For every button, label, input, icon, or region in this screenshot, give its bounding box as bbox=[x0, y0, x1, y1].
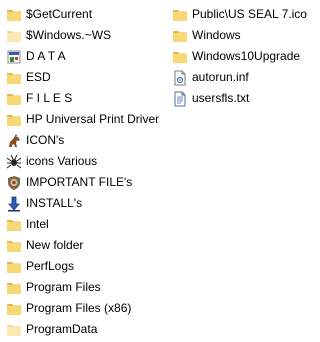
list-item-new-folder[interactable]: New folder bbox=[6, 235, 166, 256]
file-name: HP Universal Print Driver bbox=[26, 112, 160, 126]
list-item-esd[interactable]: ESD bbox=[6, 67, 166, 88]
file-name: ESD bbox=[26, 70, 51, 84]
list-item-windows-ws[interactable]: $Windows.~WS bbox=[6, 25, 166, 46]
file-name: New folder bbox=[26, 238, 84, 252]
file-name: usersfls.txt bbox=[192, 91, 250, 105]
file-name: F I L E S bbox=[26, 91, 73, 105]
list-item-installs[interactable]: INSTALL's bbox=[6, 193, 166, 214]
folder-icon bbox=[6, 91, 22, 107]
horse-icon bbox=[6, 133, 22, 149]
file-name: ICON's bbox=[26, 133, 65, 147]
list-item-getcurrent[interactable]: $GetCurrent bbox=[6, 4, 166, 25]
file-name: icons Various bbox=[26, 154, 98, 168]
folder-icon bbox=[6, 280, 22, 296]
folder-icon bbox=[6, 238, 22, 254]
file-name: Program Files (x86) bbox=[26, 301, 132, 315]
badge-icon bbox=[6, 175, 22, 191]
file-column-1: $GetCurrent $Windows.~WS D A T A ESD F I… bbox=[6, 4, 166, 340]
spider-icon bbox=[6, 154, 22, 170]
custom-folder-icon bbox=[6, 49, 22, 65]
file-name: Program Files bbox=[26, 280, 101, 294]
list-item-windows10upgrade[interactable]: Windows10Upgrade bbox=[172, 46, 312, 67]
folder-icon bbox=[6, 112, 22, 128]
file-list: $GetCurrent $Windows.~WS D A T A ESD F I… bbox=[0, 4, 320, 342]
folder-icon bbox=[172, 7, 188, 23]
folder-icon bbox=[6, 322, 22, 338]
folder-icon bbox=[6, 7, 22, 23]
file-name: D A T A bbox=[26, 49, 66, 63]
file-name: Public\US SEAL 7.ico bbox=[192, 7, 307, 21]
folder-icon bbox=[172, 49, 188, 65]
folder-icon bbox=[6, 217, 22, 233]
folder-icon bbox=[6, 70, 22, 86]
file-name: Intel bbox=[26, 217, 49, 231]
list-item-intel[interactable]: Intel bbox=[6, 214, 166, 235]
list-item-perflogs[interactable]: PerfLogs bbox=[6, 256, 166, 277]
text-file-icon bbox=[172, 91, 188, 107]
file-name: Windows bbox=[192, 28, 241, 42]
folder-icon bbox=[6, 259, 22, 275]
list-item-important-files[interactable]: IMPORTANT FILE's bbox=[6, 172, 166, 193]
list-item-program-files[interactable]: Program Files bbox=[6, 277, 166, 298]
folder-icon bbox=[172, 28, 188, 44]
settings-file-icon bbox=[172, 70, 188, 86]
install-arrow-icon bbox=[6, 196, 22, 212]
list-item-program-files-x86[interactable]: Program Files (x86) bbox=[6, 298, 166, 319]
file-name: INSTALL's bbox=[26, 196, 83, 210]
list-item-data[interactable]: D A T A bbox=[6, 46, 166, 67]
list-item-windows[interactable]: Windows bbox=[172, 25, 312, 46]
list-item-icons-various[interactable]: icons Various bbox=[6, 151, 166, 172]
list-item-usersfls-txt[interactable]: usersfls.txt bbox=[172, 88, 312, 109]
file-name: $GetCurrent bbox=[26, 7, 93, 21]
list-item-icons[interactable]: ICON's bbox=[6, 130, 166, 151]
file-name: ProgramData bbox=[26, 322, 98, 336]
file-name: $Windows.~WS bbox=[26, 28, 112, 42]
folder-icon bbox=[6, 28, 22, 44]
file-name: PerfLogs bbox=[26, 259, 75, 273]
file-column-2: Public\US SEAL 7.ico Windows Windows10Up… bbox=[172, 4, 312, 109]
file-name: IMPORTANT FILE's bbox=[26, 175, 133, 189]
file-name: autorun.inf bbox=[192, 70, 249, 84]
list-item-hp-universal-print-driver[interactable]: HP Universal Print Driver bbox=[6, 109, 166, 130]
list-item-autorun-inf[interactable]: autorun.inf bbox=[172, 67, 312, 88]
list-item-files[interactable]: F I L E S bbox=[6, 88, 166, 109]
folder-icon bbox=[6, 301, 22, 317]
file-name: Windows10Upgrade bbox=[192, 49, 301, 63]
list-item-programdata[interactable]: ProgramData bbox=[6, 319, 166, 340]
list-item-public[interactable]: Public\US SEAL 7.ico bbox=[172, 4, 312, 25]
